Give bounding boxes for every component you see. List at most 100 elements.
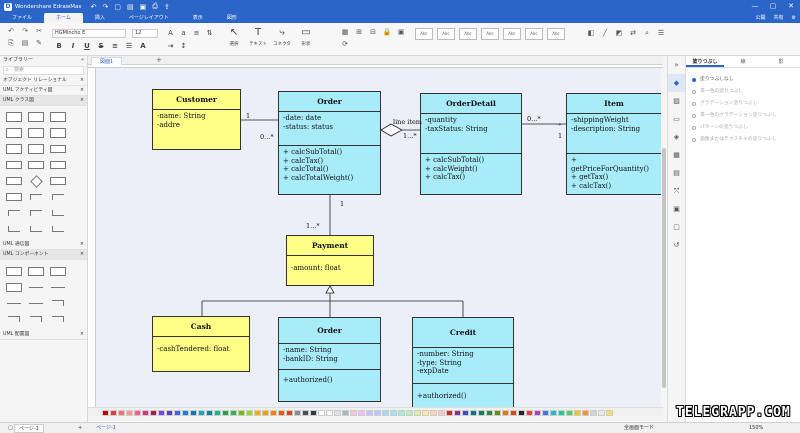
color-swatch[interactable] [358, 410, 365, 416]
font-family-select[interactable]: HGMincho E [52, 29, 126, 38]
color-swatch[interactable] [214, 410, 221, 416]
zoom-level[interactable]: 150% [745, 424, 767, 433]
bold-icon[interactable]: B [52, 42, 66, 50]
select-tool[interactable]: ↖ 選択 [222, 27, 246, 47]
style-swatch[interactable]: Abc [503, 28, 521, 40]
scissors-icon[interactable]: ✂ [32, 27, 46, 39]
fit-icon[interactable]: ⤧ [668, 182, 685, 200]
undo-icon[interactable]: ↶ [91, 3, 97, 11]
shape-interface[interactable] [26, 126, 46, 140]
history-icon[interactable]: ↺ [668, 236, 685, 254]
color-swatch[interactable] [582, 410, 589, 416]
color-swatch[interactable] [134, 410, 141, 416]
tab-line[interactable]: 線 [724, 56, 762, 67]
print-icon[interactable]: ⎙ [152, 2, 158, 11]
close-icon[interactable]: × [80, 76, 84, 85]
color-swatch[interactable] [262, 410, 269, 416]
maximize-icon[interactable]: ▢ [764, 0, 782, 13]
color-swatch[interactable] [302, 410, 309, 416]
color-swatch[interactable] [150, 410, 157, 416]
class-cash[interactable]: Cash -cashTendered: float [152, 316, 250, 372]
drawing-canvas[interactable]: → Customer -name: String -addre Order -d… [96, 68, 661, 407]
shape-tool[interactable]: ▭ 形状 [294, 27, 318, 47]
color-swatch[interactable] [102, 410, 109, 416]
shape-connector[interactable] [48, 206, 68, 220]
shape-interface[interactable] [4, 142, 24, 156]
color-swatch[interactable] [390, 410, 397, 416]
fill-option-gradient[interactable]: グラデーション塗りつぶし [686, 98, 800, 110]
shape-component[interactable] [48, 264, 68, 278]
color-swatch[interactable] [230, 410, 237, 416]
color-swatch[interactable] [246, 410, 253, 416]
color-swatch[interactable] [286, 410, 293, 416]
close-icon[interactable]: × [80, 86, 84, 95]
shape-component[interactable] [26, 264, 46, 278]
layer-icon[interactable]: ☰ [654, 29, 668, 41]
fill-option-texture[interactable]: 画像またはテクスチャの塗りつぶし [686, 134, 800, 146]
close-icon[interactable]: × [80, 240, 84, 249]
replace-icon[interactable]: ⇄ [626, 29, 640, 41]
save-icon[interactable]: ▣ [140, 3, 147, 11]
color-swatch[interactable] [542, 410, 549, 416]
shape-interface-line[interactable] [4, 296, 24, 310]
shape-package[interactable] [48, 142, 68, 156]
redo-icon[interactable]: ↷ [102, 3, 108, 11]
shape-class[interactable] [26, 110, 46, 124]
color-swatch[interactable] [342, 410, 349, 416]
color-swatch[interactable] [174, 410, 181, 416]
fill-icon[interactable]: ◧ [584, 29, 598, 41]
color-swatch[interactable] [558, 410, 565, 416]
color-swatch[interactable] [206, 410, 213, 416]
category-uml-deployment[interactable]: UML 配置図 × [0, 330, 87, 340]
group-icon[interactable]: ▣ [394, 28, 408, 40]
color-swatch[interactable] [430, 410, 437, 416]
style-swatch[interactable]: Abc [481, 28, 499, 40]
shape-package[interactable] [4, 158, 24, 172]
gear-icon[interactable]: ⚙ [792, 13, 796, 23]
color-swatch[interactable] [374, 410, 381, 416]
grow-font-icon[interactable]: A [164, 29, 177, 42]
shape-connector[interactable] [26, 190, 46, 204]
class-orderdetail[interactable]: OrderDetail -quantity -taxStatus: String… [420, 93, 522, 195]
color-swatch[interactable] [334, 410, 341, 416]
class-customer[interactable]: Customer -name: String -addre [152, 89, 241, 150]
class-order[interactable]: Order -date: date -status: status + calc… [278, 91, 381, 195]
open-icon[interactable]: ▤ [127, 3, 134, 11]
style-swatch[interactable]: Abc [415, 28, 433, 40]
color-swatch[interactable] [118, 410, 125, 416]
color-swatch[interactable] [606, 410, 613, 416]
shape-connector[interactable] [48, 312, 68, 326]
style-swatch[interactable]: Abc [525, 28, 543, 40]
color-swatch[interactable] [350, 410, 357, 416]
shape-note[interactable] [48, 174, 68, 188]
menu-shape[interactable]: 図形 [215, 13, 249, 23]
color-swatch[interactable] [494, 410, 501, 416]
shape-class[interactable] [4, 126, 24, 140]
comment-icon[interactable]: ▢ [668, 218, 685, 236]
document-tab[interactable]: 図面1 [91, 57, 123, 65]
color-swatch[interactable] [454, 410, 461, 416]
category-uml-component[interactable]: UML コンポーネント × [0, 250, 87, 260]
menu-file[interactable]: ファイル [0, 13, 44, 23]
color-swatch[interactable] [254, 410, 261, 416]
page-tab[interactable]: ページ-1 [92, 424, 120, 433]
page-icon[interactable]: ▭ [668, 110, 685, 128]
fill-option-none[interactable]: 塗りつぶしなし [686, 74, 800, 86]
color-swatch[interactable] [518, 410, 525, 416]
color-swatch[interactable] [198, 410, 205, 416]
expand-icon[interactable]: » [668, 56, 685, 74]
color-swatch[interactable] [142, 410, 149, 416]
menu-home[interactable]: ホーム [44, 13, 83, 23]
color-swatch[interactable] [222, 410, 229, 416]
align-objects-icon[interactable]: ⊟ [366, 28, 380, 40]
library-search-input[interactable]: ⌕ 検索 [3, 66, 84, 75]
class-item[interactable]: Item -shippingWeight -description: Strin… [566, 93, 661, 195]
color-swatch[interactable] [166, 410, 173, 416]
shape-class[interactable] [48, 110, 68, 124]
shape-connector[interactable] [26, 312, 46, 326]
paste-icon[interactable]: ▤ [18, 39, 32, 51]
fill-option-single-gradient[interactable]: 単一色のグラデーション塗りつぶし [686, 110, 800, 122]
menu-page-layout[interactable]: ページレイアウト [117, 13, 181, 23]
shape-connector[interactable] [48, 222, 68, 236]
category-object-relational[interactable]: オブジェクト リレーショナル × [0, 76, 87, 86]
